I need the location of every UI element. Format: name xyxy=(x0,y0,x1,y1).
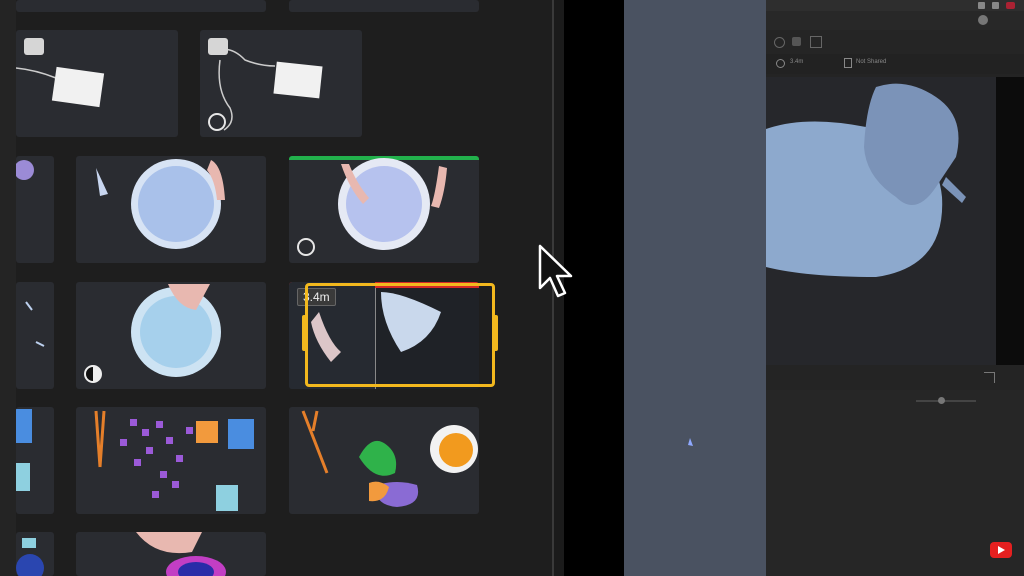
half-circle-icon xyxy=(84,365,102,383)
preview-image xyxy=(766,83,966,277)
fullscreen-icon[interactable] xyxy=(984,372,995,383)
clip-image xyxy=(16,409,32,491)
status-icon xyxy=(992,2,999,9)
clip-thumbnail[interactable] xyxy=(16,532,54,576)
clip-image xyxy=(301,410,478,507)
share-icon xyxy=(844,58,852,68)
clip-image xyxy=(96,159,225,249)
timeline-slider[interactable] xyxy=(916,400,976,402)
circle-icon xyxy=(208,113,226,131)
toolbar xyxy=(766,30,1024,54)
toolbar-area xyxy=(766,11,1024,30)
clip-browser: 3.4m xyxy=(16,0,553,576)
viewer-image xyxy=(688,438,693,446)
clip-thumbnail[interactable] xyxy=(76,407,266,514)
duration-icon xyxy=(776,59,785,68)
share-status: Not Shared xyxy=(856,59,887,65)
status-icon xyxy=(1006,2,1015,9)
clip-image xyxy=(136,532,226,576)
clip-thumbnail[interactable] xyxy=(289,407,479,514)
left-sidebar-edge xyxy=(0,0,16,576)
circle-icon xyxy=(297,238,315,256)
clip-selection-frame xyxy=(305,283,495,387)
clip-image xyxy=(16,538,44,576)
mouse-pointer-icon xyxy=(538,244,573,298)
clip-image xyxy=(16,160,34,180)
clip-thumbnail[interactable] xyxy=(16,0,266,12)
clip-thumbnail[interactable] xyxy=(200,30,362,137)
status-icon xyxy=(978,2,985,9)
camera-icon xyxy=(24,38,44,55)
clip-image xyxy=(131,284,221,377)
clip-thumbnail[interactable] xyxy=(16,282,54,389)
clip-image xyxy=(289,156,479,250)
preview-frame xyxy=(766,77,996,365)
trim-handle-left[interactable] xyxy=(302,315,308,351)
clip-thumbnail[interactable] xyxy=(16,156,54,263)
toolbar-icon[interactable] xyxy=(978,15,988,25)
timeline-slider-knob[interactable] xyxy=(938,397,945,404)
clip-thumbnail[interactable] xyxy=(16,30,178,137)
clip-thumbnail[interactable] xyxy=(76,156,266,263)
clip-info-bar: 3.4m Not Shared xyxy=(766,54,1024,74)
toolbar-icon[interactable] xyxy=(774,37,785,48)
clip-thumbnail[interactable] xyxy=(289,0,479,12)
timeline xyxy=(766,390,1024,576)
menu-bar xyxy=(766,0,1024,11)
toolbar-icon[interactable] xyxy=(810,36,822,48)
clip-image xyxy=(94,410,254,511)
clip-thumbnail[interactable] xyxy=(289,156,479,263)
viewer-frame xyxy=(624,0,766,576)
camera-icon xyxy=(208,38,228,55)
youtube-icon xyxy=(990,542,1012,558)
duration-value: 3.4m xyxy=(790,59,804,65)
clip-image xyxy=(25,301,45,347)
trim-handle-right[interactable] xyxy=(492,315,498,351)
clip-thumbnail[interactable] xyxy=(76,282,266,389)
preview-edge xyxy=(996,77,1024,365)
toolbar-icon[interactable] xyxy=(792,37,801,46)
clip-thumbnail[interactable] xyxy=(16,407,54,514)
clip-thumbnail[interactable] xyxy=(76,532,266,576)
